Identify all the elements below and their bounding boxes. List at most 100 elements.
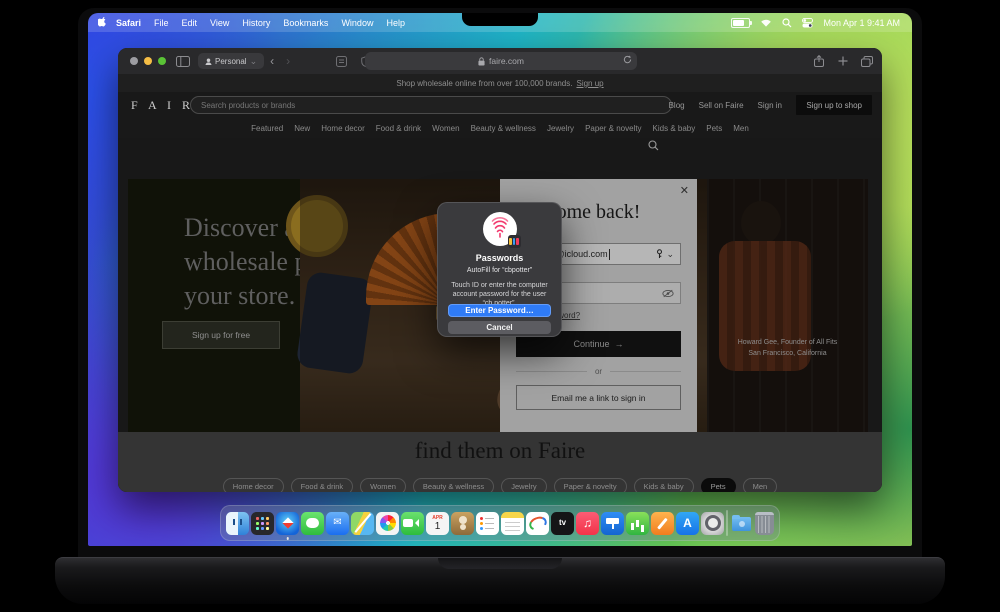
cancel-button[interactable]: Cancel <box>448 321 551 334</box>
category-link[interactable]: New <box>294 124 310 133</box>
category-link[interactable]: Men <box>733 124 749 133</box>
forward-button[interactable]: › <box>280 54 296 68</box>
promo-signup-link[interactable]: Sign up <box>576 79 603 88</box>
category-pill[interactable]: Jewelry <box>501 478 547 492</box>
category-link[interactable]: Home decor <box>321 124 365 133</box>
dock-notes-icon[interactable] <box>501 511 524 535</box>
category-pill[interactable]: Food & drink <box>290 478 354 492</box>
back-button[interactable]: ‹ <box>264 54 280 68</box>
desktop-screen: Safari File Edit View History Bookmarks Window… <box>88 13 912 546</box>
category-pill[interactable]: Women <box>360 478 406 492</box>
dock-separator-icon[interactable] <box>726 510 728 536</box>
dock-finder-icon[interactable] <box>226 511 249 535</box>
search-icon[interactable] <box>648 140 659 151</box>
category-pill[interactable]: Kids & baby <box>633 478 694 492</box>
category-pill[interactable]: Men <box>742 478 778 492</box>
promo-banner: Shop wholesale online from over 100,000 … <box>118 74 882 92</box>
lock-icon <box>478 56 485 65</box>
dock-reminders-icon[interactable] <box>476 511 499 535</box>
tab-overview-icon[interactable] <box>858 52 876 70</box>
dock-launchpad-icon[interactable] <box>251 511 274 535</box>
dock-numbers-icon[interactable] <box>626 511 649 535</box>
profile-switcher[interactable]: Personal ⌄ <box>198 53 265 69</box>
category-pill[interactable]: Home decor <box>222 478 284 492</box>
new-tab-icon[interactable] <box>834 52 852 70</box>
dock-photos-icon[interactable] <box>376 511 399 535</box>
category-pills: Home decor Food & drink Women Beauty & well… <box>118 478 882 492</box>
show-password-eye-icon[interactable] <box>662 289 674 298</box>
dock-freeform-icon[interactable] <box>526 511 549 535</box>
close-icon[interactable]: ✕ <box>680 186 689 197</box>
dock-trash-icon[interactable] <box>755 511 774 535</box>
category-link[interactable]: Kids & baby <box>653 124 696 133</box>
share-icon[interactable] <box>810 52 828 70</box>
dock-tv-icon[interactable]: tv <box>551 511 574 535</box>
url-text: faire.com <box>489 56 524 66</box>
dock-app-store-icon[interactable]: A <box>676 511 699 535</box>
dock-downloads-folder-icon[interactable] <box>730 512 753 535</box>
email-link-button[interactable]: Email me a link to sign in <box>516 385 681 410</box>
category-link[interactable]: Food & drink <box>376 124 421 133</box>
category-link[interactable]: Women <box>432 124 459 133</box>
dock-maps-icon[interactable] <box>351 511 374 535</box>
photo-caption: Howard Gee, Founder of All Fits San Fran… <box>737 339 838 357</box>
category-link[interactable]: Featured <box>251 124 283 133</box>
dock-messages-icon[interactable] <box>301 511 324 535</box>
menubar-item[interactable]: Safari <box>116 18 141 28</box>
menu-bar-clock[interactable]: Mon Apr 1 9:41 AM <box>823 18 900 28</box>
signup-free-button[interactable]: Sign up for free <box>162 321 280 349</box>
category-link[interactable]: Paper & novelty <box>585 124 641 133</box>
dock-calendar-icon[interactable]: APR 1 <box>426 511 449 535</box>
dock-items: ✉ APR 1 tv ♫ A <box>221 510 779 540</box>
page-settings-icon[interactable] <box>332 52 350 70</box>
dock-contacts-icon[interactable] <box>451 511 474 535</box>
header-link[interactable]: Sign in <box>758 101 782 110</box>
header-link[interactable]: Blog <box>669 101 685 110</box>
reload-icon[interactable] <box>623 55 632 64</box>
category-link[interactable]: Beauty & wellness <box>471 124 536 133</box>
profile-label: Personal <box>215 56 247 66</box>
menubar-item[interactable]: Bookmarks <box>283 18 328 28</box>
chevron-down-icon: ⌄ <box>666 248 674 259</box>
dock-pages-icon[interactable] <box>651 511 674 535</box>
safari-toolbar: Personal ⌄ ‹ › faire.com <box>118 48 882 75</box>
dock-safari-icon[interactable] <box>276 511 299 540</box>
macbook-frame: Safari File Edit View History Bookmarks Window… <box>78 8 922 557</box>
menubar-item[interactable]: File <box>154 18 169 28</box>
zoom-window-button[interactable] <box>158 57 166 65</box>
apple-menu-icon[interactable] <box>98 17 108 28</box>
address-bar[interactable]: faire.com <box>365 52 637 70</box>
arrow-right-icon: → <box>614 339 624 349</box>
dock-system-settings-icon[interactable] <box>701 511 724 535</box>
search-input[interactable]: Search products or brands <box>190 96 672 114</box>
dock-mail-icon[interactable]: ✉ <box>326 511 349 535</box>
control-center-icon[interactable] <box>802 17 814 28</box>
category-pill[interactable]: Pets <box>700 478 736 492</box>
dock: ✉ APR 1 tv ♫ A <box>220 505 780 541</box>
menubar-item[interactable]: View <box>210 18 229 28</box>
passwords-key-icon[interactable] <box>655 249 664 259</box>
category-link[interactable]: Jewelry <box>547 124 574 133</box>
dock-facetime-icon[interactable] <box>401 511 424 535</box>
minimize-window-button[interactable] <box>144 57 152 65</box>
close-window-button[interactable] <box>130 57 138 65</box>
category-pill[interactable]: Paper & novelty <box>553 478 627 492</box>
header-link[interactable]: Sell on Faire <box>699 101 744 110</box>
dock-keynote-icon[interactable] <box>601 511 624 535</box>
menubar-item[interactable]: History <box>242 18 270 28</box>
category-pill[interactable]: Beauty & wellness <box>412 478 495 492</box>
menubar-item[interactable]: Window <box>341 18 373 28</box>
hero-headline: Discover and wholesale pr your store. <box>184 213 300 310</box>
menubar-item[interactable]: Edit <box>182 18 198 28</box>
enter-password-button[interactable]: Enter Password… <box>448 304 551 317</box>
wifi-icon[interactable] <box>760 18 772 27</box>
dock-music-icon[interactable]: ♫ <box>576 511 599 535</box>
camera-notch <box>462 13 538 26</box>
category-link[interactable]: Pets <box>706 124 722 133</box>
spotlight-search-icon[interactable] <box>782 17 792 28</box>
menubar-item[interactable]: Help <box>386 18 405 28</box>
signup-to-shop-button[interactable]: Sign up to shop <box>796 95 872 115</box>
passwords-autofill-dialog: Passwords AutoFill for “cbpotter” Touch … <box>437 202 562 337</box>
dialog-subtitle: AutoFill for “cbpotter” <box>466 267 533 274</box>
sidebar-icon[interactable] <box>174 52 192 70</box>
